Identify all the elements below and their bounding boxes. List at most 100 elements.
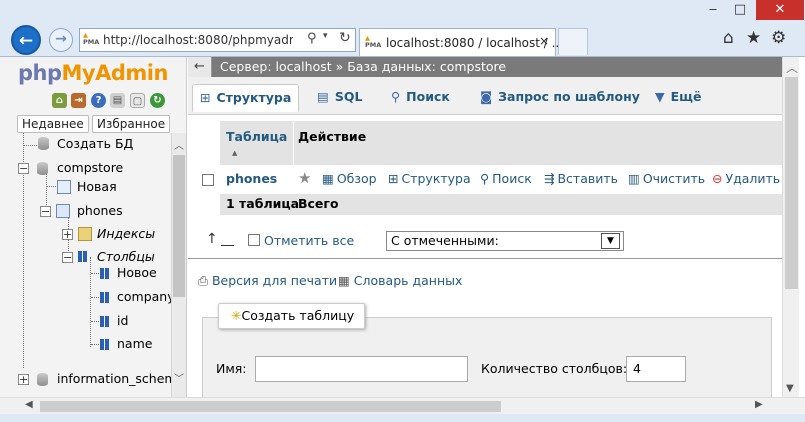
tree-indexes[interactable]: Индексы xyxy=(97,226,155,241)
main-panel: ← Сервер: localhost » База данных: comps… xyxy=(188,57,805,397)
check-all-label[interactable]: Отметить все xyxy=(264,233,354,248)
check-all-checkbox[interactable] xyxy=(248,234,260,246)
close-window-button[interactable]: ✕ xyxy=(756,0,804,20)
new-database-icon xyxy=(38,137,49,150)
pma-favicon-icon: ▲ PMA xyxy=(83,31,100,46)
action-insert[interactable]: ⇶ Вставить xyxy=(544,171,618,186)
gear-icon[interactable]: ⚙ xyxy=(771,28,786,48)
column-count-input[interactable]: 4 xyxy=(626,356,686,382)
table-row: phones ★ ▦ Обзор ⊞ Структура ⚲ Поиск ⇶ Встав… xyxy=(192,165,782,194)
tab-more[interactable]: ▼ Ещё xyxy=(648,84,708,112)
browser-tab[interactable]: ▲ PMA localhost:8080 / localhost / ... × xyxy=(359,28,563,56)
table-name-input[interactable] xyxy=(255,356,468,382)
tab-favorites[interactable]: Избранное xyxy=(92,115,171,133)
address-bar[interactable]: ▲PMA http://localhost:8080/phpmyadmin/c … xyxy=(79,28,356,52)
help-icon[interactable]: ? xyxy=(91,93,106,108)
table-name-phones[interactable]: phones xyxy=(226,171,277,186)
collapse-icon[interactable]: − xyxy=(62,252,73,263)
tree-column-company[interactable]: company xyxy=(117,289,172,304)
logo-text-myadmin: MyAdmin xyxy=(61,61,169,85)
column-icon xyxy=(100,316,104,327)
back-arrow-icon[interactable]: ← xyxy=(11,25,41,55)
structure-icon: ⊞ xyxy=(200,90,211,105)
address-text[interactable]: http://localhost:8080/phpmyadmin/c xyxy=(103,33,293,47)
maximize-button[interactable]: □ xyxy=(727,0,753,20)
row-checkbox[interactable] xyxy=(202,174,214,186)
star-icon[interactable]: ★ xyxy=(746,28,761,48)
tree-column-name[interactable]: name xyxy=(117,336,152,351)
scroll-left-icon[interactable]: ◀ xyxy=(25,399,33,410)
database-tree: Создать БД − compstore Новая − phones + … xyxy=(0,133,172,397)
phpmyadmin-logo[interactable]: phpMyAdmin xyxy=(18,61,168,85)
collapse-arrow-icon[interactable]: ← xyxy=(188,57,212,77)
chevron-down-icon: ▼ xyxy=(655,89,665,104)
sidebar-scroll-thumb[interactable] xyxy=(173,155,185,297)
tree-db-information-schema[interactable]: information_schema xyxy=(57,371,172,386)
bulk-actions-bar: ↑ Отметить все С отмеченными: ▼ xyxy=(188,223,782,259)
tab-structure[interactable]: ⊞ Структура xyxy=(192,84,300,112)
table-footer: 1 таблица Всего xyxy=(220,194,782,215)
tree-new-column[interactable]: Новое xyxy=(117,265,157,280)
collapse-icon[interactable]: − xyxy=(18,163,29,174)
chevron-down-icon[interactable]: ▾ xyxy=(323,31,328,41)
window-bottom-border xyxy=(0,414,805,422)
action-empty[interactable]: ▥ Очистить xyxy=(628,171,705,186)
columns-icon xyxy=(78,251,82,262)
horizontal-scrollbar[interactable]: ◀ ▶ xyxy=(0,397,805,414)
action-structure[interactable]: ⊞ Структура xyxy=(388,171,471,186)
action-search[interactable]: ⚲ Поиск xyxy=(480,171,532,186)
print-view-link[interactable]: ⎙ Версия для печати xyxy=(198,273,337,289)
scroll-down-icon[interactable]: ▼ xyxy=(786,383,794,394)
chevron-down-icon[interactable]: ▼ xyxy=(601,233,620,249)
scroll-right-icon[interactable]: ▶ xyxy=(755,399,763,410)
action-browse[interactable]: ▦ Обзор xyxy=(322,171,377,186)
browse-icon: ▦ xyxy=(322,171,334,186)
tree-new-table[interactable]: Новая xyxy=(77,179,117,194)
minimize-button[interactable]: ‒ xyxy=(700,0,726,20)
tree-table-phones[interactable]: phones xyxy=(77,203,123,218)
expand-icon[interactable]: + xyxy=(62,229,73,240)
data-dictionary-link[interactable]: ▦ Словарь данных xyxy=(338,273,462,288)
tree-column-id[interactable]: id xyxy=(117,313,128,328)
refresh-icon[interactable]: ↻ xyxy=(339,30,351,46)
favorite-star-icon[interactable]: ★ xyxy=(298,169,311,187)
scroll-up-icon[interactable]: ︿ xyxy=(786,59,798,76)
new-table-icon: ✳ xyxy=(231,308,242,323)
column-header-table[interactable]: Таблица xyxy=(226,129,287,144)
forward-arrow-icon[interactable]: → xyxy=(49,28,73,52)
home-icon[interactable]: ⌂ xyxy=(723,28,734,48)
tab-sql[interactable]: ▤ SQL xyxy=(310,84,369,112)
search-icon: ⚲ xyxy=(391,89,401,104)
action-drop[interactable]: ⊖ Удалить xyxy=(712,171,780,186)
horizontal-scroll-thumb[interactable] xyxy=(40,401,501,412)
new-table-icon xyxy=(57,180,71,194)
arrow-line xyxy=(221,245,234,246)
insert-icon: ⇶ xyxy=(544,171,555,186)
tab-search[interactable]: ⚲ Поиск xyxy=(384,84,457,112)
logo-text-php: php xyxy=(18,61,62,85)
main-scroll-thumb[interactable] xyxy=(785,77,798,289)
settings-icon[interactable]: ▢ xyxy=(130,93,145,108)
collapse-icon[interactable]: − xyxy=(40,206,51,217)
home-icon[interactable]: ⌂ xyxy=(52,93,67,108)
reload-icon[interactable]: ↻ xyxy=(150,93,165,108)
logout-icon[interactable]: ⇥ xyxy=(71,93,86,108)
new-tab-button[interactable] xyxy=(558,28,588,55)
expand-icon[interactable]: + xyxy=(18,374,29,385)
with-selected-select[interactable]: С отмеченными: ▼ xyxy=(386,231,624,251)
column-icon xyxy=(100,292,104,303)
column-count-label: Количество столбцов: xyxy=(481,361,628,376)
table-count: 1 таблица xyxy=(226,196,300,211)
scroll-down-icon[interactable]: ﹀ xyxy=(174,370,184,385)
breadcrumb-text[interactable]: Сервер: localhost » База данных: compsto… xyxy=(220,57,506,77)
tree-create-db[interactable]: Создать БД xyxy=(57,136,133,151)
docs-icon[interactable]: ▤ xyxy=(110,93,125,108)
close-icon[interactable]: × xyxy=(539,34,549,48)
tab-query[interactable]: ◙ Запрос по шаблону xyxy=(473,84,647,112)
search-icon[interactable]: ⚲ xyxy=(307,31,317,46)
tree-columns[interactable]: Столбцы xyxy=(97,249,155,264)
tab-recent[interactable]: Недавнее xyxy=(17,115,89,133)
tree-db-compstore[interactable]: compstore xyxy=(57,160,123,175)
scroll-up-icon[interactable]: ︿ xyxy=(174,137,184,152)
main-scrollbar[interactable]: ︿ ▼ xyxy=(782,57,799,397)
